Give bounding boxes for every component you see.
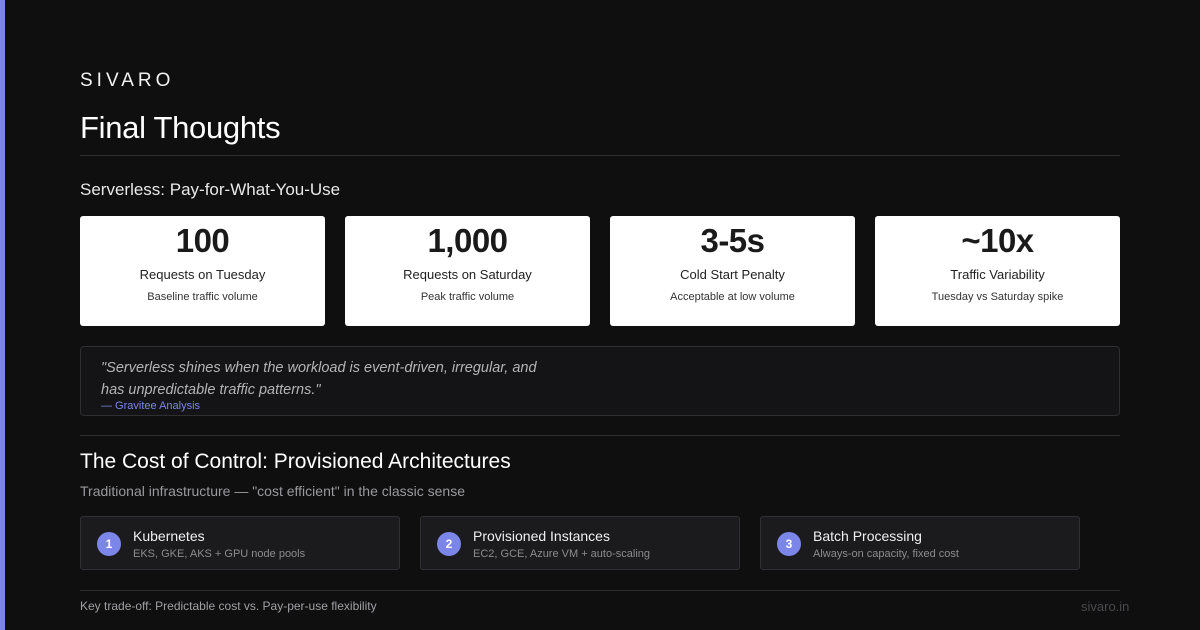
page-title: Final Thoughts <box>80 110 281 145</box>
stat-value: 100 <box>175 222 230 259</box>
accent-bar <box>0 0 5 630</box>
stat-card: ~10x Traffic Variability Tuesday vs Satu… <box>875 216 1120 326</box>
option-title: Batch Processing <box>813 528 922 544</box>
option-card: 1 Kubernetes EKS, GKE, AKS + GPU node po… <box>80 516 400 570</box>
option-desc: EC2, GCE, Azure VM + auto-scaling <box>473 548 650 560</box>
provisioned-subheading: Traditional infrastructure — "cost effic… <box>80 483 465 499</box>
stat-label: Requests on Tuesday <box>139 267 266 282</box>
footer-note: Key trade-off: Predictable cost vs. Pay-… <box>80 599 377 613</box>
option-title: Provisioned Instances <box>473 528 610 544</box>
stat-desc: Peak traffic volume <box>420 291 515 303</box>
stat-label: Cold Start Penalty <box>680 267 785 282</box>
stat-card: 3-5s Cold Start Penalty Acceptable at lo… <box>610 216 855 326</box>
quote-box: "Serverless shines when the workload is … <box>80 346 1120 416</box>
stat-label: Traffic Variability <box>950 267 1045 282</box>
option-card: 3 Batch Processing Always-on capacity, f… <box>760 516 1080 570</box>
option-number-badge: 3 <box>777 532 801 556</box>
stat-label: Requests on Saturday <box>403 267 532 282</box>
stats-row: 100 Requests on Tuesday Baseline traffic… <box>80 216 1120 326</box>
stat-value: 3-5s <box>700 222 765 259</box>
quote-source: — Gravitee Analysis <box>101 400 201 412</box>
footer-divider <box>80 590 1120 591</box>
stat-desc: Baseline traffic volume <box>147 291 258 303</box>
option-desc: EKS, GKE, AKS + GPU node pools <box>133 548 306 560</box>
option-number-badge: 2 <box>437 532 461 556</box>
stat-desc: Acceptable at low volume <box>670 291 795 303</box>
options-row: 1 Kubernetes EKS, GKE, AKS + GPU node po… <box>80 516 1080 570</box>
stat-desc: Tuesday vs Saturday spike <box>931 291 1064 303</box>
stat-card: 1,000 Requests on Saturday Peak traffic … <box>345 216 590 326</box>
option-desc: Always-on capacity, fixed cost <box>813 548 959 560</box>
section-divider <box>80 435 1120 436</box>
option-title: Kubernetes <box>133 528 205 544</box>
option-number-badge: 1 <box>97 532 121 556</box>
provisioned-heading: The Cost of Control: Provisioned Archite… <box>80 450 511 473</box>
stat-card: 100 Requests on Tuesday Baseline traffic… <box>80 216 325 326</box>
option-card: 2 Provisioned Instances EC2, GCE, Azure … <box>420 516 740 570</box>
stat-value: 1,000 <box>427 222 508 259</box>
title-divider <box>80 155 1120 156</box>
serverless-heading: Serverless: Pay-for-What-You-Use <box>80 180 341 199</box>
stat-value: ~10x <box>961 222 1034 259</box>
footer-url: sivaro.in <box>1081 599 1130 614</box>
brand-logo: SIVARO <box>80 70 175 91</box>
quote-text: "Serverless shines when the workload is … <box>101 360 537 398</box>
